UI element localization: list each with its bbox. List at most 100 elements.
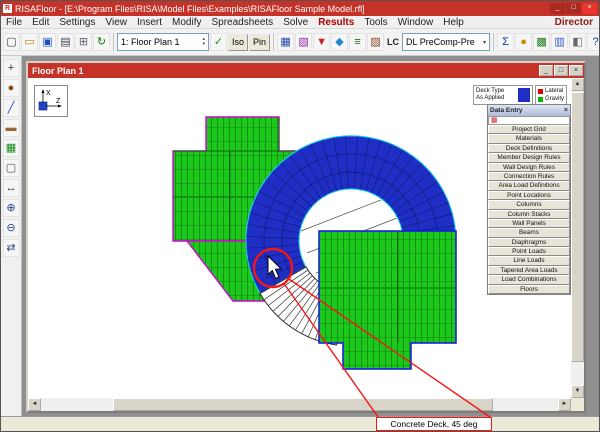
point-labels-button[interactable]: ◆ xyxy=(331,33,348,51)
title-bar[interactable]: R RISAFloor - [E:\Program Files\RISA\Mod… xyxy=(1,1,599,16)
scroll-up-button[interactable]: ▲ xyxy=(571,78,584,91)
zoom-in-icon: ⊕ xyxy=(6,203,15,214)
data-entry-item-point-locations[interactable]: Point Locations xyxy=(488,191,570,200)
data-entry-item-columns[interactable]: Columns xyxy=(488,200,570,209)
draw-opening-button[interactable]: ▢ xyxy=(3,159,20,177)
menu-item-results[interactable]: Results xyxy=(313,16,359,29)
menu-item-help[interactable]: Help xyxy=(438,16,469,29)
scroll-left-button[interactable]: ◄ xyxy=(28,398,41,411)
menu-item-view[interactable]: View xyxy=(101,16,133,29)
toolbar-separator xyxy=(113,33,114,51)
results-icon: ▩ xyxy=(536,37,546,48)
data-entry-item-diaphragms[interactable]: Diaphragms xyxy=(488,238,570,247)
save-button[interactable]: ▣ xyxy=(39,33,56,51)
select-tool-icon: + xyxy=(8,63,14,74)
draw-deck-button[interactable]: ▦ xyxy=(3,139,20,157)
spreadsheet-button[interactable]: ▥ xyxy=(551,33,568,51)
solve-button[interactable]: Σ xyxy=(497,33,514,51)
pin-button[interactable]: Pin xyxy=(249,34,270,51)
apply-check-button[interactable]: ✓ xyxy=(210,33,227,51)
floor-selector-spinner[interactable]: ▴▾ xyxy=(202,37,205,47)
pan-button[interactable]: ⇄ xyxy=(3,239,20,257)
data-entry-item-tapered-area-loads[interactable]: Tapered Area Loads xyxy=(488,266,570,275)
menu-item-tools[interactable]: Tools xyxy=(359,16,392,29)
axis-indicator: X Z xyxy=(34,85,68,117)
data-entry-item-area-load-definitions[interactable]: Area Load Definitions xyxy=(488,181,570,190)
member-labels-button[interactable]: ≡ xyxy=(349,33,366,51)
zoom-out-button[interactable]: ⊖ xyxy=(3,219,20,237)
snapshot-button[interactable]: ◧ xyxy=(569,33,586,51)
menu-item-director[interactable]: Director xyxy=(555,17,599,28)
select-tool-button[interactable]: + xyxy=(3,59,20,77)
horizontal-scrollbar[interactable]: ◄ ► xyxy=(28,398,571,411)
open-folder-icon: ▭ xyxy=(24,37,34,48)
dimension-button[interactable]: ↔ xyxy=(3,179,20,197)
menu-item-edit[interactable]: Edit xyxy=(27,16,54,29)
spreadsheet-grid-icon: ▦ xyxy=(491,117,498,124)
floor-plan-title-bar[interactable]: Floor Plan 1 _ □ × xyxy=(28,63,584,78)
vertical-scrollbar[interactable]: ▲ ▼ xyxy=(571,78,584,398)
deck-region-southeast[interactable] xyxy=(319,231,456,369)
data-entry-item-deck-definitions[interactable]: Deck Definitions xyxy=(488,144,570,153)
menu-item-file[interactable]: File xyxy=(1,16,27,29)
app-icon: R xyxy=(3,4,12,13)
draw-beam-button[interactable]: ╱ xyxy=(3,99,20,117)
load-combination-selector[interactable]: DL PreComp-Pre ▾ xyxy=(402,33,490,51)
zoom-in-button[interactable]: ⊕ xyxy=(3,199,20,217)
data-entry-item-wall-panels[interactable]: Wall Panels xyxy=(488,219,570,228)
data-entry-item-wall-design-rules[interactable]: Wall Design Rules xyxy=(488,163,570,172)
minimize-button[interactable]: _ xyxy=(550,3,565,14)
refresh-button[interactable]: ↻ xyxy=(93,33,110,51)
data-entry-close-icon[interactable]: × xyxy=(564,107,568,114)
new-file-button[interactable]: ▢ xyxy=(3,33,20,51)
data-entry-item-member-design-rules[interactable]: Member Design Rules xyxy=(488,153,570,162)
data-entry-title-bar[interactable]: Data Entry × xyxy=(488,105,570,116)
child-close-button[interactable]: × xyxy=(569,65,583,76)
data-entry-item-load-combinations[interactable]: Load Combinations xyxy=(488,275,570,284)
results-button[interactable]: ▩ xyxy=(533,33,550,51)
draw-wall-button[interactable]: ▬ xyxy=(3,119,20,137)
menu-item-spreadsheets[interactable]: Spreadsheets xyxy=(206,16,278,29)
draw-opening-icon: ▢ xyxy=(6,163,16,174)
loads-display-button[interactable]: ▼ xyxy=(313,33,330,51)
deck-display-button[interactable]: ▧ xyxy=(295,33,312,51)
data-entry-active-row[interactable]: ▦ xyxy=(488,116,570,125)
draw-column-button[interactable]: ● xyxy=(3,79,20,97)
close-button[interactable]: × xyxy=(582,3,597,14)
data-entry-item-floors[interactable]: Floors xyxy=(488,285,570,294)
render-view-button[interactable]: ▦ xyxy=(277,33,294,51)
iso-view-button[interactable]: Iso xyxy=(228,34,248,51)
envelope-button[interactable]: ● xyxy=(515,33,532,51)
menu-item-insert[interactable]: Insert xyxy=(132,16,167,29)
print-button[interactable]: ▤ xyxy=(57,33,74,51)
copy-image-button[interactable]: ⊞ xyxy=(75,33,92,51)
data-entry-item-project-grid[interactable]: Project Grid xyxy=(488,125,570,134)
open-folder-button[interactable]: ▭ xyxy=(21,33,38,51)
child-minimize-button[interactable]: _ xyxy=(539,65,553,76)
dimension-icon: ↔ xyxy=(6,183,17,194)
child-restore-button[interactable]: □ xyxy=(554,65,568,76)
scroll-down-button[interactable]: ▼ xyxy=(571,385,584,398)
vertical-scroll-thumb[interactable] xyxy=(571,92,584,362)
data-entry-item-connection-rules[interactable]: Connection Rules xyxy=(488,172,570,181)
menu-items: FileEditSettingsViewInsertModifySpreadsh… xyxy=(1,16,469,29)
pan-icon: ⇄ xyxy=(6,243,15,254)
wall-display-button[interactable]: ▨ xyxy=(367,33,384,51)
floor-selector[interactable]: 1: Floor Plan 1 ▴▾ xyxy=(117,33,209,51)
scroll-right-button[interactable]: ► xyxy=(558,398,571,411)
menu-item-settings[interactable]: Settings xyxy=(54,16,100,29)
data-entry-panel: Data Entry × ▦ Project GridMaterialsDeck… xyxy=(487,104,571,295)
maximize-button[interactable]: □ xyxy=(566,3,581,14)
z-axis-label: Z xyxy=(56,98,61,105)
menu-item-modify[interactable]: Modify xyxy=(167,16,206,29)
horizontal-scroll-thumb[interactable] xyxy=(113,398,493,411)
data-entry-item-line-loads[interactable]: Line Loads xyxy=(488,256,570,265)
help-button[interactable]: ? xyxy=(587,33,600,51)
data-entry-item-point-loads[interactable]: Point Loads xyxy=(488,247,570,256)
data-entry-item-materials[interactable]: Materials xyxy=(488,134,570,143)
draw-column-icon: ● xyxy=(8,83,15,94)
menu-item-solve[interactable]: Solve xyxy=(278,16,313,29)
data-entry-item-column-stacks[interactable]: Column Stacks xyxy=(488,210,570,219)
data-entry-item-beams[interactable]: Beams xyxy=(488,228,570,237)
menu-item-window[interactable]: Window xyxy=(393,16,439,29)
